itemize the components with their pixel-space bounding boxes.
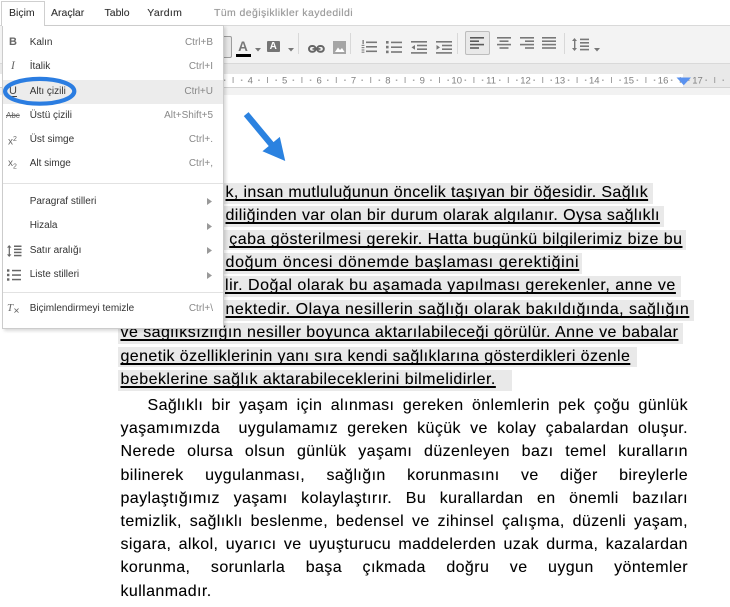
svg-text:7: 7 <box>351 76 356 87</box>
svg-text:4: 4 <box>248 76 253 87</box>
svg-text:15: 15 <box>623 76 634 87</box>
svg-text:14: 14 <box>589 76 600 87</box>
svg-text:16: 16 <box>658 76 669 87</box>
svg-text:12: 12 <box>520 76 531 87</box>
svg-text:5: 5 <box>282 76 287 87</box>
svg-text:11: 11 <box>486 76 496 87</box>
svg-text:6: 6 <box>316 76 321 87</box>
svg-text:9: 9 <box>420 76 425 87</box>
svg-text:10: 10 <box>451 76 462 87</box>
svg-text:13: 13 <box>555 76 566 87</box>
svg-text:17: 17 <box>692 76 703 87</box>
svg-text:8: 8 <box>385 76 390 87</box>
